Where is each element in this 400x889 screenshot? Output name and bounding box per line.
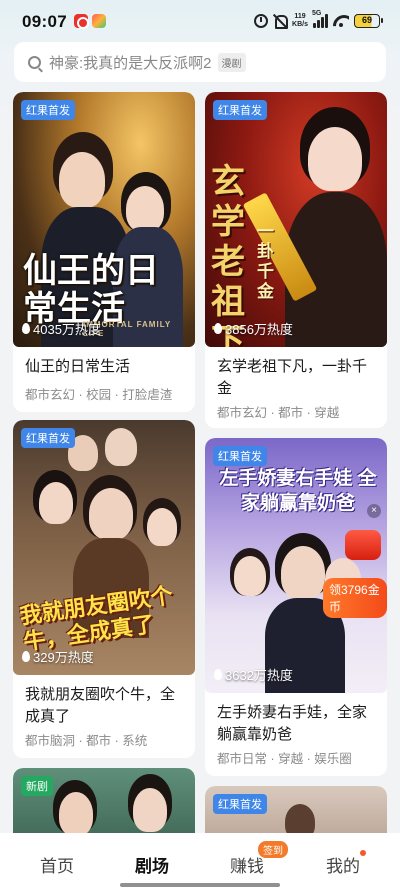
drama-title[interactable]: 仙王的日常生活 [25,356,185,378]
drama-tags: 都市脑洞 · 都市 · 系统 [25,734,148,748]
wifi-icon [333,15,349,27]
heat-label: 4035万热度 [33,322,101,337]
net-speed-unit: KB/s [292,21,308,28]
notification-dot [360,850,366,856]
coin-promo[interactable]: 领3796金币 [323,578,387,618]
heat-label: 3856万热度 [225,322,293,337]
search-tag: 漫剧 [217,52,246,72]
nav-theater[interactable]: 剧场 [135,852,169,877]
heat-count: 3856万热度 [214,319,293,338]
heat-label: 3632万热度 [225,668,293,683]
drama-title[interactable]: 玄学老祖下凡，一卦千金 [217,356,377,400]
nav-me[interactable]: 我的 [326,852,360,877]
drama-card[interactable]: 我就朋友圈吹个牛，全成真了 红果首发 329万热度 我就朋友圈吹个牛，全成真了 … [13,420,195,758]
bottom-nav: 首页 剧场 赚钱 签到 我的 [0,833,400,889]
premiere-badge: 红果首发 [213,100,267,120]
search-icon [28,55,41,69]
status-indicators: 119 KB/s 5G 69 [254,10,383,29]
search-bar[interactable]: 神豪:我真的是大反派啊2 漫剧 [14,42,386,82]
premiere-badge: 红果首发 [213,794,267,814]
heat-count: 3632万热度 [214,665,293,684]
drama-cover[interactable]: 我就朋友圈吹个牛，全成真了 红果首发 329万热度 [13,420,195,675]
cover-title: 仙王的日常生活 [23,252,159,328]
search-placeholder: 神豪:我真的是大反派啊2 [49,54,212,72]
status-bar: 09:07 119 KB/s 5G 69 [0,0,400,40]
flame-icon [214,323,222,334]
cover-subtitle: 一卦千金 [257,222,274,301]
drama-title[interactable]: 我就朋友圈吹个牛，全成真了 [25,684,185,728]
nav-home[interactable]: 首页 [40,852,74,877]
premiere-badge: 红果首发 [21,100,75,120]
drama-cover[interactable]: 仙王的日常生活 IMMORTAL FAMILY LIFE 红果首发 4035万热… [13,92,195,347]
drama-card[interactable]: 玄学老祖下凡 一卦千金 红果首发 3856万热度 玄学老祖下凡，一卦千金 都市玄… [205,92,387,428]
drama-tags: 都市玄幻 · 都市 · 穿越 [217,406,340,420]
drama-cover[interactable]: 左手娇妻右手娃 全家躺赢靠奶爸 领3796金币 × 红果首发 3632万热度 [205,438,387,693]
flame-icon [214,669,222,680]
flame-icon [22,323,30,334]
net-speed-value: 119 [294,13,306,20]
status-time: 09:07 [22,12,67,31]
home-indicator[interactable] [120,883,280,887]
signal-icon: 5G [312,10,328,28]
notification-app-icon [74,14,89,29]
drama-cover[interactable]: 玄学老祖下凡 一卦千金 红果首发 3856万热度 [205,92,387,347]
drama-tags: 都市日常 · 穿越 · 娱乐圈 [217,752,352,766]
premiere-badge: 红果首发 [21,428,75,448]
notification-app-icon-2 [92,14,106,28]
cover-title: 我就朋友圈吹个牛，全成真了 [18,582,175,655]
flame-icon [22,651,30,662]
net-speed: 119 KB/s [292,13,308,29]
battery-icon: 69 [354,14,383,28]
drama-title[interactable]: 左手娇妻右手娃，全家躺赢靠奶爸 [217,702,377,746]
drama-tags: 都市玄幻 · 校园 · 打脸虐渣 [25,388,173,402]
heat-label: 329万热度 [33,650,94,665]
new-badge: 新剧 [21,776,53,796]
alarm-icon [254,14,269,28]
cover-title: 左手娇妻右手娃 全家躺赢靠奶爸 [219,468,377,514]
drama-card[interactable]: 左手娇妻右手娃 全家躺赢靠奶爸 领3796金币 × 红果首发 3632万热度 左… [205,438,387,776]
heat-count: 4035万热度 [22,319,101,338]
drama-card[interactable]: 仙王的日常生活 IMMORTAL FAMILY LIFE 红果首发 4035万热… [13,92,195,412]
premiere-badge: 红果首发 [213,446,267,466]
heat-count: 329万热度 [22,647,94,666]
nav-earn[interactable]: 赚钱 [230,852,264,877]
signal-label: 5G [312,10,322,17]
mute-icon [273,14,289,29]
checkin-badge: 签到 [258,841,288,858]
